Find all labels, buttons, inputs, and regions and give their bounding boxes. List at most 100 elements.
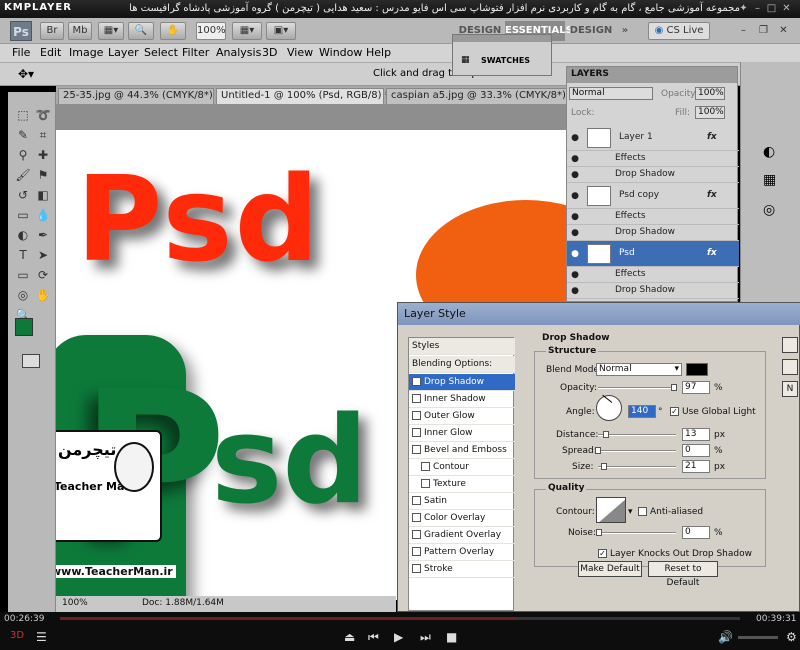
tab-25-35[interactable]: 25-35.jpg @ 44.3% (CMYK/8*) × <box>58 88 224 104</box>
adjustments-icon[interactable]: ◐ <box>763 144 775 160</box>
screen-mode-button[interactable]: ▣▾ <box>266 22 296 40</box>
layer-fill-field[interactable]: 100% <box>695 106 725 119</box>
masks-icon[interactable]: ◎ <box>763 202 775 218</box>
hand-tool-icon[interactable]: ✋ <box>34 286 52 304</box>
opacity-field[interactable]: 97 <box>682 381 710 394</box>
visibility-eye-icon[interactable]: ● <box>569 248 581 260</box>
menu-select[interactable]: Select <box>144 46 178 59</box>
layer-row[interactable]: ● Psd copy fx <box>567 183 739 209</box>
visibility-eye-icon[interactable]: ● <box>569 169 581 181</box>
ps-minimize-icon[interactable]: – <box>738 25 749 36</box>
previous-icon[interactable]: ⏮ <box>368 630 379 645</box>
path-select-icon[interactable]: ➤ <box>34 246 52 264</box>
use-global-light-checkbox[interactable]: ✓ Use Global Light <box>670 407 756 417</box>
foreground-color-swatch[interactable] <box>15 318 33 336</box>
layer-effect-row[interactable]: ● Effects <box>567 151 739 167</box>
swatches-panel-header[interactable] <box>453 35 551 42</box>
style-row[interactable]: Satin <box>409 493 515 510</box>
status-zoom[interactable]: 100% <box>62 598 88 608</box>
layer-blend-mode-select[interactable]: Normal <box>569 87 653 100</box>
style-checkbox[interactable] <box>421 462 430 471</box>
workspace-design-2[interactable]: DESIGN <box>567 21 615 41</box>
layer-opacity-field[interactable]: 100% <box>695 87 725 100</box>
bridge-button[interactable]: Br <box>40 22 64 40</box>
angle-field[interactable]: 140 <box>628 405 656 418</box>
eject-icon[interactable]: ⏏ <box>344 630 355 644</box>
visibility-eye-icon[interactable]: ● <box>569 211 581 223</box>
style-checkbox[interactable] <box>412 564 421 573</box>
style-checkbox[interactable] <box>421 479 430 488</box>
layer-effect-row[interactable]: ● Drop Shadow <box>567 167 739 183</box>
hand-tool-button[interactable]: ✋ <box>160 22 186 40</box>
style-checkbox[interactable] <box>412 530 421 539</box>
extras-button[interactable]: ▦▾ <box>98 22 124 40</box>
crop-tool-icon[interactable]: ⌗ <box>34 126 52 144</box>
layer-fx-icon[interactable]: fx <box>707 190 717 200</box>
maximize-icon[interactable]: □ <box>766 3 777 14</box>
close-icon[interactable]: ✕ <box>781 3 792 14</box>
style-row[interactable]: Contour <box>409 459 515 476</box>
visibility-eye-icon[interactable]: ● <box>569 269 581 281</box>
swatches-label[interactable]: SWATCHES <box>481 56 530 65</box>
pen-tool-icon[interactable]: ✒ <box>34 226 52 244</box>
cs-live-button[interactable]: ◉ CS Live <box>648 22 710 40</box>
visibility-eye-icon[interactable]: ● <box>569 190 581 202</box>
menu-file[interactable]: File <box>12 46 30 59</box>
layer-effect-row[interactable]: ● Drop Shadow <box>567 283 739 299</box>
opacity-slider-thumb[interactable] <box>670 384 677 391</box>
3d-rotate-icon[interactable]: ⟳ <box>34 266 52 284</box>
style-checkbox[interactable] <box>412 445 421 454</box>
style-checkbox[interactable] <box>412 394 421 403</box>
style-row[interactable]: Inner Shadow <box>409 391 515 408</box>
new-style-button[interactable]: N <box>782 381 798 397</box>
style-checkbox[interactable] <box>412 496 421 505</box>
quick-mask-icon[interactable] <box>22 354 40 368</box>
minimize-icon[interactable]: – <box>752 3 763 14</box>
distance-slider[interactable] <box>598 431 676 438</box>
brush-tool-icon[interactable]: 🖌 <box>14 166 32 184</box>
style-row[interactable]: Outer Glow <box>409 408 515 425</box>
distance-slider-thumb[interactable] <box>602 431 609 438</box>
blur-tool-icon[interactable]: 💧 <box>34 206 52 224</box>
menu-image[interactable]: Image <box>69 46 103 59</box>
visibility-eye-icon[interactable]: ● <box>569 153 581 165</box>
lasso-tool-icon[interactable]: ➰ <box>34 106 52 124</box>
tab-caspian[interactable]: caspian a5.jpg @ 33.3% (CMYK/8*) × <box>386 88 577 104</box>
style-checkbox[interactable]: ✓ <box>412 377 421 386</box>
layer-effect-row[interactable]: ● Effects <box>567 209 739 225</box>
marquee-tool-icon[interactable]: ⬚ <box>14 106 32 124</box>
visibility-eye-icon[interactable]: ● <box>569 285 581 297</box>
shape-tool-icon[interactable]: ▭ <box>14 266 32 284</box>
next-icon[interactable]: ⏭ <box>420 630 431 645</box>
visibility-eye-icon[interactable]: ● <box>569 227 581 239</box>
style-row[interactable]: Pattern Overlay <box>409 544 515 561</box>
style-row[interactable]: Stroke <box>409 561 515 578</box>
style-row[interactable]: Inner Glow <box>409 425 515 442</box>
move-tool-preset-icon[interactable]: ✥▾ <box>18 67 34 81</box>
size-field[interactable]: 21 <box>682 460 710 473</box>
spread-slider-thumb[interactable] <box>595 447 601 454</box>
style-row[interactable]: Color Overlay <box>409 510 515 527</box>
layers-header[interactable]: LAYERS <box>567 67 737 83</box>
style-row[interactable]: Texture <box>409 476 515 493</box>
volume-slider[interactable] <box>738 636 778 639</box>
contour-dropdown-icon[interactable]: ▾ <box>628 507 633 517</box>
layer-effect-row[interactable]: ● Effects <box>567 267 739 283</box>
arrange-docs-button[interactable]: ▦▾ <box>232 22 262 40</box>
menu-window[interactable]: Window <box>319 46 362 59</box>
noise-slider-thumb[interactable] <box>596 529 602 536</box>
menu-icon[interactable]: ☰ <box>36 630 47 644</box>
menu-3d[interactable]: 3D <box>262 46 277 59</box>
menu-view[interactable]: View <box>287 46 313 59</box>
gradient-tool-icon[interactable]: ▭ <box>14 206 32 224</box>
ok-button[interactable] <box>782 337 798 353</box>
styles-icon[interactable]: ▦ <box>763 172 776 188</box>
stop-icon[interactable]: ■ <box>446 630 457 644</box>
3d-icon[interactable]: 3D <box>10 630 24 641</box>
size-slider[interactable] <box>598 463 676 470</box>
3d-orbit-icon[interactable]: ◎ <box>14 286 32 304</box>
layer-effect-row[interactable]: ● Drop Shadow <box>567 225 739 241</box>
menu-help[interactable]: Help <box>366 46 391 59</box>
styles-header[interactable]: Styles <box>409 338 515 355</box>
visibility-eye-icon[interactable]: ● <box>569 132 581 144</box>
